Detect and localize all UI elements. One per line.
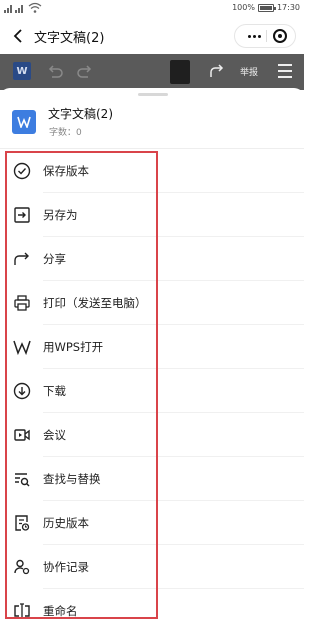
menu-item-label: 另存为	[43, 208, 78, 222]
video-meeting-icon	[14, 429, 30, 441]
menu-item-label: 协作记录	[43, 560, 89, 574]
mini-program-capsule	[234, 24, 296, 48]
report-button[interactable]: 举报	[240, 65, 258, 78]
status-right: 100% 17:30	[232, 3, 300, 12]
sheet-handle[interactable]	[138, 93, 168, 96]
menu-item-label: 下载	[43, 384, 66, 398]
history-version-icon	[15, 515, 30, 531]
menu-item-find-replace[interactable]: 查找与替换	[0, 457, 304, 501]
editor-toolbar: W 举报	[0, 54, 304, 90]
status-bar: 100% 17:30	[0, 0, 304, 18]
capsule-divider	[266, 30, 267, 42]
signal-indicators	[4, 2, 42, 14]
menu-item-label: 重命名	[43, 604, 78, 618]
action-sheet: 文字文稿(2) 字数：0 保存版本 另存为 分享 打印（发送至电脑） 用WPS打…	[0, 88, 304, 623]
document-icon	[12, 110, 36, 134]
share-icon	[14, 252, 29, 265]
hamburger-menu-icon[interactable]	[278, 64, 292, 78]
document-title: 文字文稿(2)	[48, 107, 113, 121]
menu-item-label: 用WPS打开	[43, 340, 104, 354]
wps-logo-icon: W	[13, 62, 31, 80]
printer-icon	[14, 295, 30, 311]
menu-item-label: 查找与替换	[43, 472, 101, 486]
rename-icon	[14, 603, 30, 619]
clock: 17:30	[276, 3, 300, 12]
menu-item-print[interactable]: 打印（发送至电脑）	[0, 281, 304, 325]
check-circle-icon	[13, 162, 31, 180]
download-icon	[13, 382, 31, 400]
undo-icon[interactable]	[46, 62, 64, 80]
menu-item-label: 分享	[43, 252, 66, 266]
menu-item-download[interactable]: 下载	[0, 369, 304, 413]
menu-item-label: 会议	[43, 428, 66, 442]
menu-item-save-version[interactable]: 保存版本	[0, 149, 304, 193]
menu-item-save-as[interactable]: 另存为	[0, 193, 304, 237]
more-dots-icon[interactable]	[243, 25, 265, 47]
signal-icon	[4, 5, 23, 13]
menu-item-meeting[interactable]: 会议	[0, 413, 304, 457]
find-replace-icon	[15, 473, 30, 487]
menu-item-label: 历史版本	[43, 516, 89, 530]
menu-item-rename[interactable]: 重命名	[0, 589, 304, 623]
redo-icon[interactable]	[76, 62, 94, 80]
close-target-icon[interactable]	[273, 29, 287, 43]
menu-item-label: 打印（发送至电脑）	[43, 296, 147, 310]
wifi-icon	[28, 2, 42, 13]
save-as-icon	[14, 207, 30, 223]
back-arrow-icon[interactable]	[10, 27, 28, 45]
battery-icon	[257, 3, 276, 12]
share-toolbar-icon[interactable]	[208, 62, 226, 80]
avatar-placeholder	[170, 60, 190, 84]
menu-item-collaboration-record[interactable]: 协作记录	[0, 545, 304, 589]
battery-percent: 100%	[232, 3, 255, 12]
menu-item-open-with-wps[interactable]: 用WPS打开	[0, 325, 304, 369]
collaboration-record-icon	[14, 559, 30, 575]
menu-item-history-version[interactable]: 历史版本	[0, 501, 304, 545]
menu-item-label: 保存版本	[43, 164, 89, 178]
wps-icon	[13, 340, 31, 356]
menu-list: 保存版本 另存为 分享 打印（发送至电脑） 用WPS打开 下载 会议 查找与替换…	[0, 149, 304, 623]
word-count: 字数：0	[49, 128, 82, 138]
nav-bar: 文字文稿(2)	[0, 18, 304, 54]
page-title: 文字文稿(2)	[34, 31, 105, 46]
menu-item-share[interactable]: 分享	[0, 237, 304, 281]
